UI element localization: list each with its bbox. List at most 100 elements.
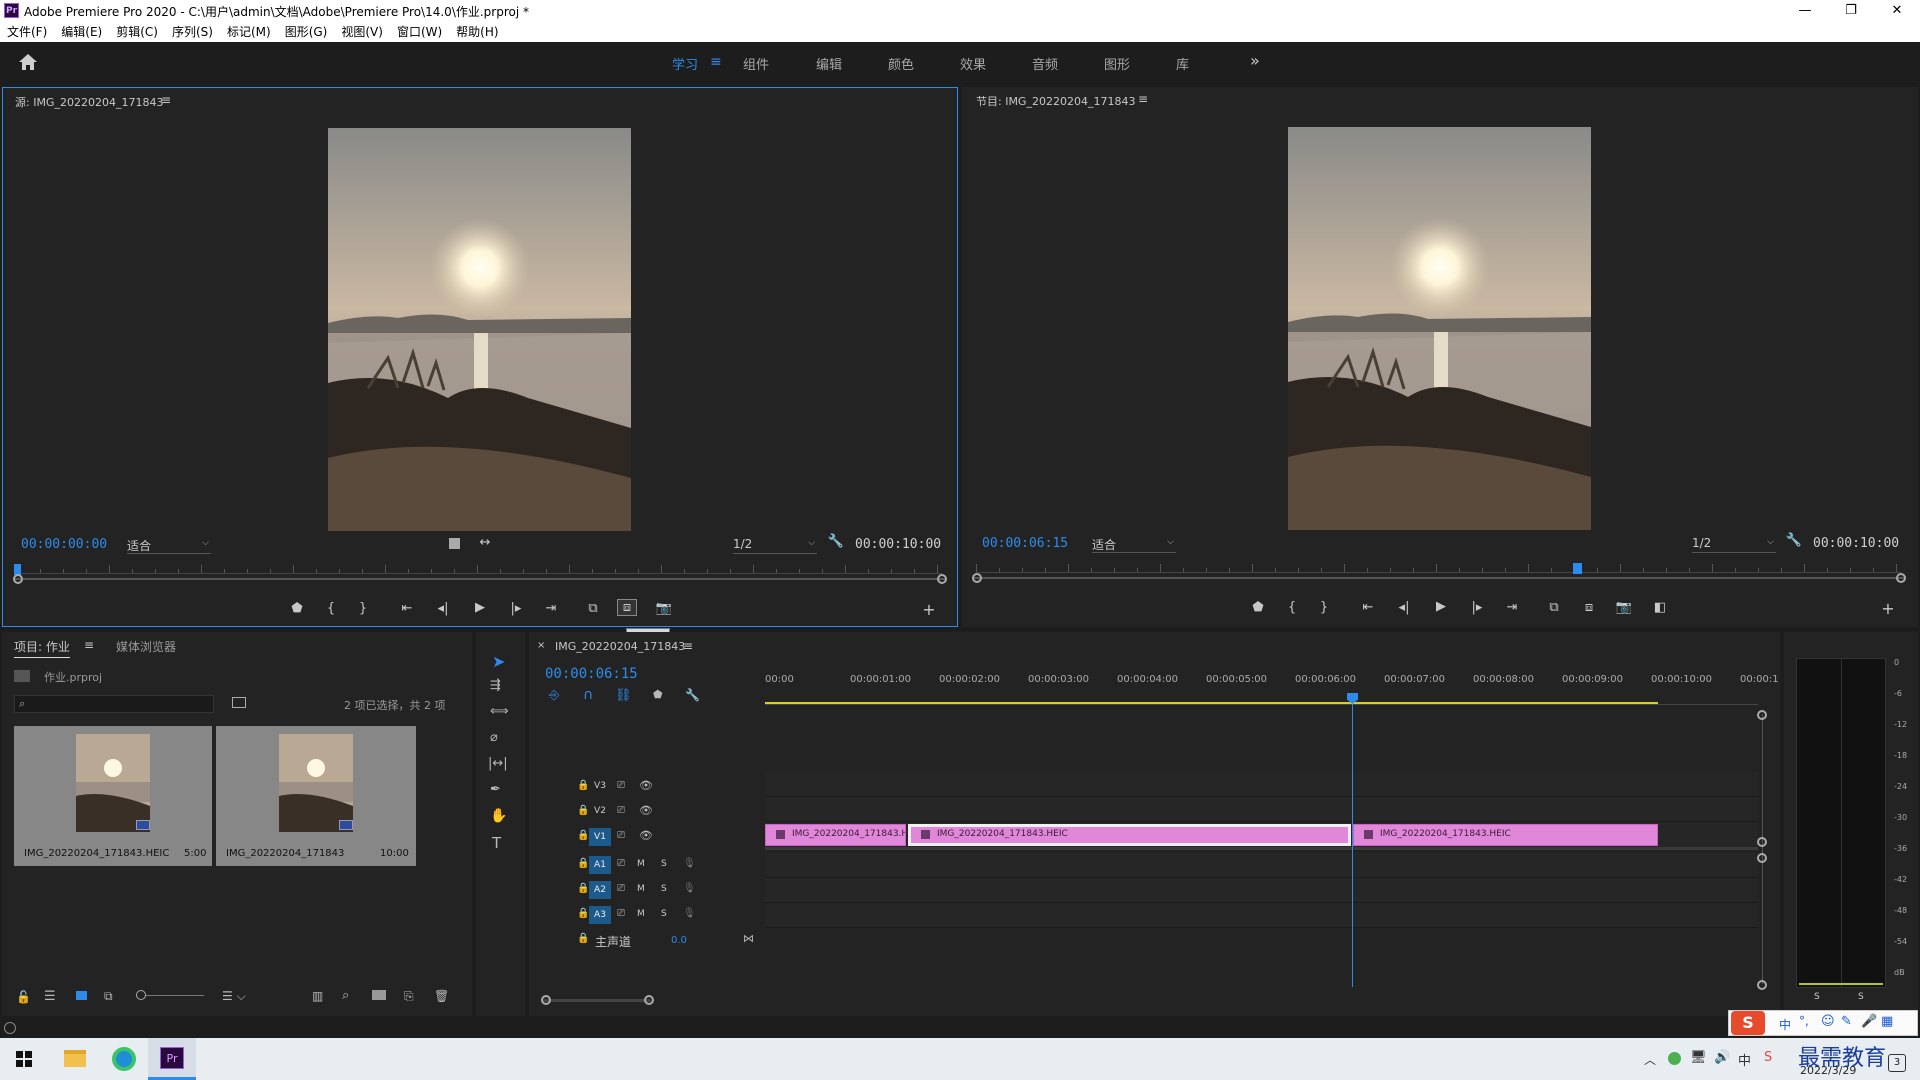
tray-chevron-up-icon[interactable]: ︿ <box>1644 1051 1656 1068</box>
lock-track-icon[interactable]: 🔒 <box>577 858 589 869</box>
menu-view[interactable]: 视图(V) <box>334 21 390 42</box>
tab-media-browser[interactable]: 媒体浏览器 <box>116 638 176 655</box>
tray-app-icon[interactable] <box>1668 1052 1681 1065</box>
timeline-timecode[interactable]: 00:00:06:15 <box>545 666 638 682</box>
menu-file[interactable]: 文件(F) <box>0 21 54 42</box>
mute-button[interactable]: M <box>637 909 645 919</box>
toggle-sync-lock-icon[interactable]: ⎚ <box>617 805 625 816</box>
lift-icon[interactable]: ⧉ <box>1544 600 1564 615</box>
icon-view-icon[interactable] <box>76 991 87 1000</box>
close-tab-icon[interactable]: × <box>537 640 545 651</box>
add-marker-icon[interactable]: ⬟ <box>287 601 307 616</box>
scroll-handle[interactable] <box>1757 853 1767 863</box>
zoom-slider[interactable] <box>146 995 204 996</box>
overwrite-icon[interactable]: ⧈ <box>617 599 637 616</box>
workspace-menu-icon[interactable]: ≡ <box>710 54 722 70</box>
lock-track-icon[interactable]: 🔒 <box>577 883 589 894</box>
zoom-slider-handle[interactable] <box>136 990 146 1000</box>
go-to-out-icon[interactable]: ⇥ <box>1502 600 1522 615</box>
mute-button[interactable]: M <box>637 859 645 869</box>
solo-button[interactable]: S <box>661 859 667 869</box>
track-select-tool-icon[interactable]: ⇶ <box>490 678 501 693</box>
lock-track-icon[interactable]: 🔒 <box>577 933 589 944</box>
workspace-color[interactable]: 颜色 <box>888 54 914 73</box>
snap-icon[interactable]: ∩ <box>583 687 593 703</box>
master-volume-value[interactable]: 0.0 <box>671 935 687 946</box>
linked-selection-icon[interactable]: ⛓ <box>615 688 632 703</box>
go-to-out-icon[interactable]: ⇥ <box>541 601 561 616</box>
eye-icon[interactable]: 👁 <box>639 779 653 792</box>
track-label-v1[interactable]: V1 <box>589 828 611 846</box>
step-back-icon[interactable]: ◂| <box>433 601 453 616</box>
mute-button[interactable]: M <box>637 884 645 894</box>
timeline-clip[interactable]: IMG_20220204_171843.H <box>765 824 906 846</box>
export-frame-icon[interactable]: 📷 <box>654 601 674 616</box>
restore-button[interactable]: ❐ <box>1828 0 1874 21</box>
workspace-editing[interactable]: 编辑 <box>816 54 842 73</box>
track-label-a1[interactable]: A1 <box>589 856 611 874</box>
solo-left-button[interactable]: S <box>1814 992 1820 1002</box>
source-zoom-bar[interactable] <box>15 578 945 580</box>
volume-icon[interactable]: 🔊 <box>1714 1050 1730 1065</box>
track-label-a2[interactable]: A2 <box>589 881 611 899</box>
program-playhead[interactable] <box>1573 563 1583 574</box>
wrench-icon[interactable]: 🔧 <box>1784 533 1804 548</box>
new-item-icon[interactable]: ⎘ <box>404 989 414 1004</box>
go-to-in-icon[interactable]: ⇤ <box>397 601 417 616</box>
tab-sequence[interactable]: IMG_20220204_171843 <box>555 640 685 653</box>
network-icon[interactable]: 🖥 <box>1690 1050 1707 1065</box>
menu-clip[interactable]: 剪辑(C) <box>109 21 165 42</box>
track-label-v2[interactable]: V2 <box>589 806 611 816</box>
scroll-handle[interactable] <box>1757 980 1767 990</box>
menu-help[interactable]: 帮助(H) <box>449 21 505 42</box>
workspace-libraries[interactable]: 库 <box>1176 54 1189 73</box>
lock-track-icon[interactable]: 🔒 <box>577 780 589 791</box>
pen-tool-icon[interactable]: ✒ <box>490 782 501 797</box>
slip-tool-icon[interactable]: |↔| <box>488 756 508 771</box>
nest-toggle-icon[interactable]: ⎆ <box>549 688 559 703</box>
program-timecode[interactable]: 00:00:06:15 <box>982 536 1068 551</box>
automate-to-sequence-icon[interactable]: ▥ <box>312 989 323 1003</box>
track-lane-a1[interactable] <box>765 853 1758 878</box>
solo-right-button[interactable]: S <box>1858 992 1864 1002</box>
toggle-sync-lock-icon[interactable]: ⎚ <box>617 830 625 841</box>
timeline-ruler[interactable]: 00:00 00:00:01:00 00:00:02:00 00:00:03:0… <box>765 674 1779 696</box>
file-explorer-icon[interactable] <box>64 1050 86 1067</box>
button-editor-plus-icon[interactable]: + <box>1878 599 1898 618</box>
drag-video-icon[interactable]: ↔ <box>475 535 495 550</box>
home-icon[interactable] <box>18 53 38 71</box>
extract-icon[interactable]: ⧈ <box>1579 600 1599 615</box>
mark-out-icon[interactable]: } <box>1314 600 1334 615</box>
lock-track-icon[interactable]: 🔒 <box>577 805 589 816</box>
scroll-handle[interactable] <box>541 995 551 1005</box>
scroll-handle[interactable] <box>644 995 654 1005</box>
timeline-clip-selected[interactable]: IMG_20220204_171843.HEIC <box>908 824 1351 846</box>
razor-tool-icon[interactable]: ⌀ <box>490 730 498 745</box>
edge-browser-icon[interactable] <box>112 1047 136 1071</box>
play-icon[interactable]: ▶ <box>1431 599 1451 614</box>
menu-graphics[interactable]: 图形(G) <box>278 21 335 42</box>
scroll-handle[interactable] <box>1757 710 1767 720</box>
lock-icon[interactable]: 🔓 <box>16 990 31 1004</box>
panel-menu-icon[interactable]: ≡ <box>683 639 693 653</box>
timeline-settings-wrench-icon[interactable]: 🔧 <box>685 688 700 702</box>
step-back-icon[interactable]: ◂| <box>1394 600 1414 615</box>
program-resolution-dropdown[interactable]: 1/2 ⌵ <box>1692 536 1776 553</box>
hand-tool-icon[interactable]: ✋ <box>490 808 507 824</box>
panel-menu-icon[interactable]: ≡ <box>161 93 171 107</box>
microphone-icon[interactable]: 🎙 <box>683 883 696 894</box>
vertical-scrollbar[interactable] <box>1762 714 1763 984</box>
list-view-icon[interactable]: ☰ <box>44 989 56 1004</box>
lock-track-icon[interactable]: 🔒 <box>577 908 589 919</box>
ime-indicator[interactable]: 中 <box>1738 1050 1751 1069</box>
menu-edit[interactable]: 编辑(E) <box>54 21 109 42</box>
ripple-edit-tool-icon[interactable]: ⟺ <box>490 704 509 719</box>
program-time-ruler[interactable] <box>976 563 1901 573</box>
insert-icon[interactable]: ⧉ <box>583 601 603 616</box>
close-window-button[interactable]: ✕ <box>1874 0 1920 21</box>
punctuation-icon[interactable]: °, <box>1799 1014 1809 1028</box>
menu-markers[interactable]: 标记(M) <box>220 21 278 42</box>
timeline-clip[interactable]: IMG_20220204_171843.HEIC <box>1353 824 1658 846</box>
add-marker-icon[interactable]: ⬟ <box>653 688 663 701</box>
toggle-sync-lock-icon[interactable]: ⎚ <box>617 908 625 919</box>
